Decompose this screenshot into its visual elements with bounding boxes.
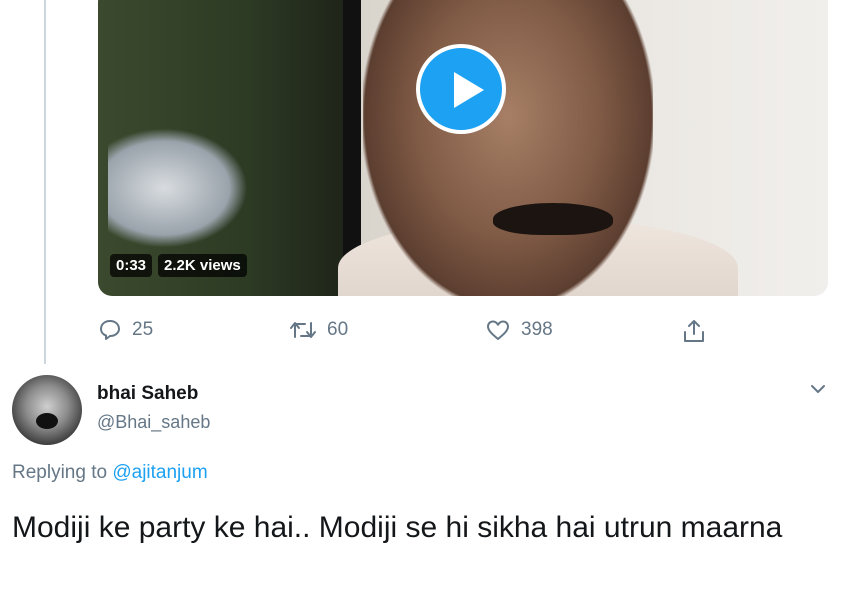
reply-action[interactable]: 25 — [98, 318, 153, 342]
display-name[interactable]: bhai Saheb — [97, 383, 198, 405]
replying-to-link[interactable]: @ajitanjum — [112, 462, 207, 483]
video-person-mustache — [493, 203, 613, 235]
video-bird-figure — [108, 128, 248, 248]
like-count: 398 — [521, 319, 553, 340]
retweet-icon — [290, 322, 316, 338]
reply-count: 25 — [132, 319, 154, 340]
more-options-button[interactable] — [808, 379, 828, 404]
avatar-mouth — [36, 413, 58, 429]
replying-to-line: Replying to @ajitanjum — [12, 462, 208, 484]
reply-icon — [100, 320, 120, 340]
video-person-face — [363, 0, 653, 296]
video-duration-badge: 0:33 — [110, 254, 153, 277]
retweet-action[interactable]: 60 — [289, 318, 348, 342]
reply-tweet-header: bhai Saheb @Bhai_saheb — [12, 375, 842, 447]
like-action[interactable]: 398 — [485, 318, 553, 342]
play-button[interactable] — [416, 44, 506, 134]
share-icon — [684, 320, 704, 342]
video-views-badge: 2.2K views — [158, 254, 247, 277]
thread-line — [44, 0, 46, 364]
retweet-count: 60 — [327, 319, 349, 340]
play-icon — [454, 72, 484, 108]
like-icon — [487, 320, 509, 340]
tweet-text: Modiji ke party ke hai.. Modiji se hi si… — [12, 511, 783, 544]
video-badges: 0:33 2.2K views — [110, 254, 247, 277]
share-action[interactable] — [682, 318, 706, 344]
replying-prefix: Replying to — [12, 462, 108, 483]
user-handle[interactable]: @Bhai_saheb — [97, 412, 210, 433]
chevron-down-icon — [811, 385, 825, 393]
avatar[interactable] — [12, 375, 82, 445]
tweet-actions: 25 60 398 — [0, 318, 850, 348]
